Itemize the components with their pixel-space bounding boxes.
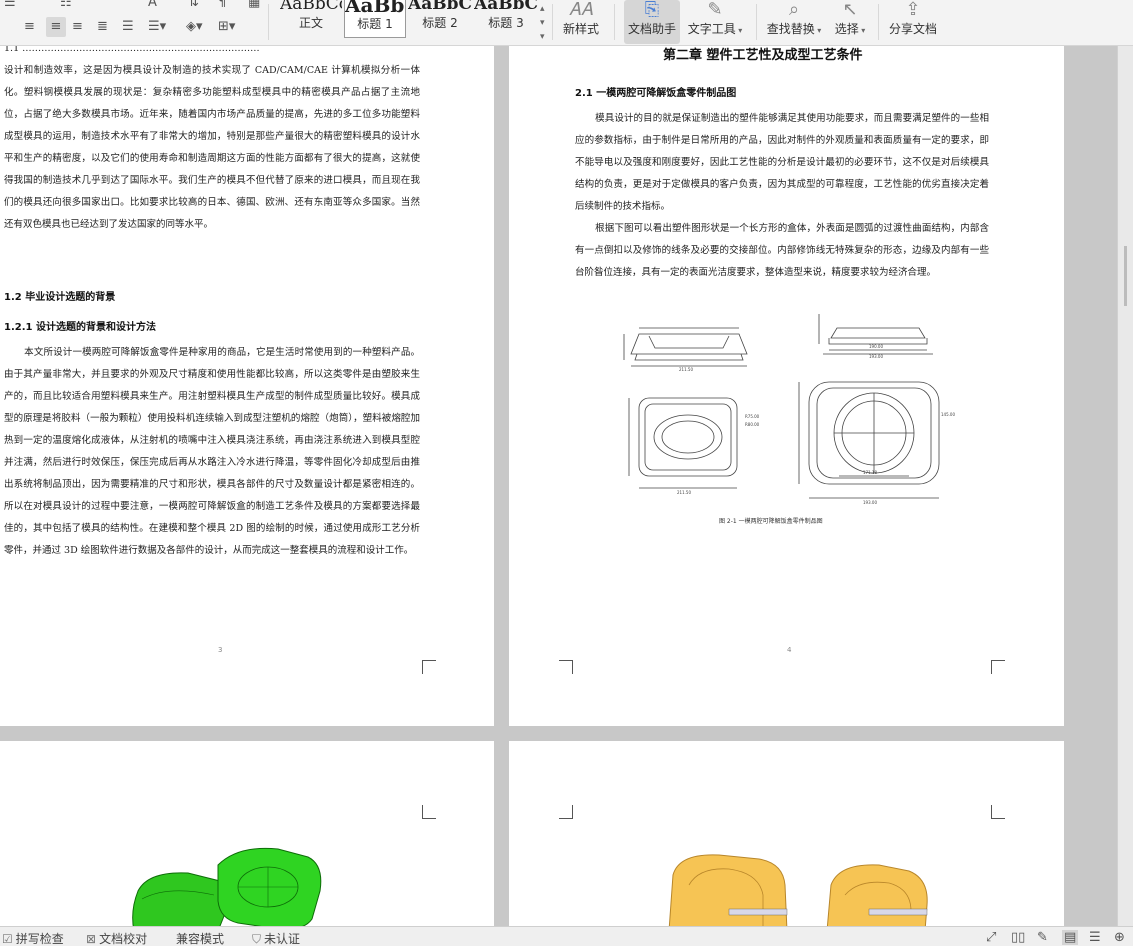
- green-mold-render-image: [132, 847, 322, 931]
- style-heading-3[interactable]: AaBbCcI 标题 3: [474, 0, 538, 38]
- heading-2-1: 2.1 一模两腔可降解饭盒零件制品图: [575, 88, 737, 99]
- shading-fill-icon[interactable]: ◈▾: [186, 20, 203, 34]
- doc-proof-button[interactable]: ⊠ 文档校对: [86, 930, 147, 946]
- text-tools-button[interactable]: ✎ 文字工具 ▾: [686, 0, 744, 44]
- outline-view-icon[interactable]: ☰: [1089, 930, 1101, 945]
- spell-check-button[interactable]: ☑ 拼写检查: [2, 930, 64, 946]
- web-view-globe-icon[interactable]: ⊕: [1114, 930, 1125, 945]
- edit-pen-icon[interactable]: ✎: [1037, 930, 1048, 945]
- svg-text:211.50: 211.50: [677, 490, 691, 495]
- uncertified-button[interactable]: ⛉ 未认证: [252, 930, 300, 946]
- page-number: 4: [787, 646, 792, 654]
- page-view-icon[interactable]: ▤: [1062, 930, 1079, 945]
- svg-text:211.50: 211.50: [679, 367, 693, 372]
- paragraph-shape-analysis: 根据下图可以看出塑件图形状是一个长方形的盒体，外表面是圆弧的过渡性曲面结构，内部…: [575, 223, 989, 278]
- style-heading-1[interactable]: AaBb( 标题 1: [344, 0, 406, 38]
- spell-check-icon: ☑: [2, 932, 13, 946]
- align-center-icon[interactable]: ≡: [46, 17, 66, 37]
- svg-text:193.00: 193.00: [863, 500, 877, 505]
- svg-text:R75.00: R75.00: [745, 414, 760, 419]
- document-page-5[interactable]: [0, 741, 494, 931]
- vertical-scrollbar[interactable]: [1117, 46, 1133, 926]
- yellow-mold-render-image: [668, 854, 928, 931]
- style-heading-2[interactable]: AaBbCc 标题 2: [408, 0, 472, 38]
- margin-corner-mark: [559, 805, 573, 819]
- wps-writer-window: ☰ ☷ A ⇅ ¶ ▦ ≡ ≡ ≡ ≣ ☰ ☰▾ ◈▾ ⊞▾ AaBbCcI 正…: [0, 0, 1133, 946]
- border-icon[interactable]: ⊞▾: [218, 20, 235, 34]
- reading-mode-icon[interactable]: ▯▯: [1011, 930, 1025, 945]
- bullet-list-icon[interactable]: ☰: [4, 0, 16, 10]
- svg-text:145.00: 145.00: [941, 412, 955, 417]
- bottom-view: 171.18 193.00 145.00: [798, 381, 955, 505]
- front-view: 211.50: [623, 327, 748, 372]
- new-style-button[interactable]: 𝐴𝐴 新样式: [558, 0, 604, 44]
- document-page-4[interactable]: 第二章 塑件工艺性及成型工艺条件 2.1 一模两腔可降解饭盒零件制品图 模具设计…: [509, 46, 1064, 726]
- status-bar: ☑ 拼写检查 ⊠ 文档校对 兼容模式 ⛉ 未认证 ⤢ ▯▯ ✎ ▤ ☰ ⊕: [0, 926, 1133, 946]
- select-button[interactable]: ↖ 选择 ▾: [830, 0, 870, 44]
- doc-assistant-button[interactable]: ⎘ 文档助手: [624, 0, 680, 44]
- align-left-icon[interactable]: ≡: [24, 20, 35, 34]
- share-document-button[interactable]: ⇪ 分享文档: [886, 0, 940, 44]
- margin-corner-mark: [422, 660, 436, 674]
- find-replace-icon: ⌕: [788, 0, 800, 20]
- sort-az-icon[interactable]: ⇅: [188, 0, 199, 10]
- heading-1-2: 1.2 毕业设计选题的背景: [4, 292, 116, 303]
- svg-text:171.18: 171.18: [863, 470, 877, 475]
- numbered-list-icon[interactable]: ☷: [60, 0, 72, 10]
- doc-assistant-icon: ⎘: [644, 0, 660, 20]
- figure-caption: 图 2-1 一模两腔可降解饭盒零件制品图: [719, 518, 823, 525]
- margin-corner-mark: [991, 805, 1005, 819]
- side-view: 190.00 193.00: [818, 314, 933, 359]
- paragraph-design-background: 本文所设计一模两腔可降解饭盒零件是种家用的商品，它是生活时常使用到的一种塑料产品…: [4, 347, 420, 556]
- shield-check-icon: ⛉: [252, 932, 262, 946]
- align-right-icon[interactable]: ≡: [72, 20, 83, 34]
- align-justify-icon[interactable]: ≣: [97, 20, 108, 34]
- doc-proof-icon: ⊠: [86, 932, 97, 946]
- share-icon: ⇪: [905, 0, 921, 20]
- table-grid-small-icon[interactable]: ▦: [248, 0, 260, 10]
- margin-corner-mark: [991, 660, 1005, 674]
- margin-corner-mark: [559, 660, 573, 674]
- scroll-thumb[interactable]: [1124, 246, 1127, 306]
- text-tools-icon: ✎: [707, 0, 723, 20]
- style-gallery-scroll-icon[interactable]: ▴ ▾ ▾: [540, 2, 545, 44]
- document-page-3[interactable]: 1.1 ………………………………………………………………… 设计和制造效率，这是…: [0, 46, 494, 726]
- new-style-icon: 𝐴𝐴: [569, 0, 593, 20]
- margin-corner-mark: [422, 805, 436, 819]
- heading-1-2-1: 1.2.1 设计选题的背景和设计方法: [4, 322, 156, 333]
- cursor-arrow-icon: ↖: [842, 0, 858, 20]
- paragraph-design-purpose: 模具设计的目的就是保证制造出的塑件能够满足其使用功能要求，而且需要满足塑件的一些…: [575, 113, 989, 212]
- font-size-a-icon[interactable]: A: [148, 0, 157, 10]
- compat-mode-label: 兼容模式: [176, 932, 225, 946]
- top-view: 211.50 R75.00 R80.00: [628, 397, 760, 495]
- svg-text:R80.00: R80.00: [745, 422, 760, 427]
- paragraph-intro: 设计和制造效率，这是因为模具设计及制造的技术实现了 CAD/CAM/CAE 计算…: [4, 65, 420, 230]
- part-drawing-figure: 211.50 190.00 193.00 211.50 R75.00 R80.0…: [623, 314, 955, 505]
- chapter-title: 第二章 塑件工艺性及成型工艺条件: [663, 48, 863, 63]
- cut-off-line: 1.1 …………………………………………………………………: [4, 46, 260, 54]
- find-replace-button[interactable]: ⌕ 查找替换 ▾: [764, 0, 824, 44]
- ribbon-toolbar: ☰ ☷ A ⇅ ¶ ▦ ≡ ≡ ≡ ≣ ☰ ☰▾ ◈▾ ⊞▾ AaBbCcI 正…: [0, 0, 1133, 46]
- distributed-align-icon[interactable]: ☰: [122, 20, 134, 34]
- paragraph-mark-icon[interactable]: ¶: [218, 0, 226, 10]
- style-normal[interactable]: AaBbCcI 正文: [280, 0, 342, 38]
- svg-text:190.00: 190.00: [869, 344, 883, 349]
- line-spacing-icon[interactable]: ☰▾: [148, 20, 166, 34]
- svg-text:193.00: 193.00: [869, 354, 883, 359]
- page-number: 3: [218, 646, 223, 654]
- document-page-6[interactable]: [509, 741, 1064, 931]
- fullscreen-icon[interactable]: ⤢: [986, 930, 996, 945]
